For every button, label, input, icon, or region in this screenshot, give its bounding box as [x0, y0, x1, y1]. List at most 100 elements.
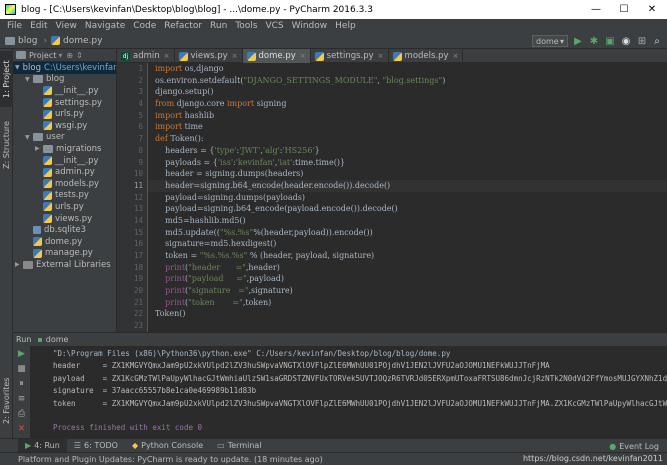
tab-python-console-label: Python Console	[141, 441, 204, 450]
menu-window[interactable]: Window	[288, 21, 332, 31]
menu-vcs[interactable]: VCS	[261, 21, 287, 31]
expand-arrow-icon[interactable]: ▼	[15, 64, 20, 71]
line-number: 23	[133, 321, 143, 331]
code-editor[interactable]: import os,django os.environ.setdefault("D…	[148, 63, 667, 332]
tree-item[interactable]: db.sqlite3	[13, 224, 116, 236]
chevron-down-icon[interactable]: ▾	[58, 51, 62, 60]
tree-item[interactable]: ▼ user	[13, 132, 116, 144]
navigation-bar: blog › dome.py dome ▾ ▶ ✱ ▣ ◉ ⊞ ⌕	[0, 33, 667, 49]
run-icon[interactable]: ▶	[572, 35, 584, 47]
tab-python-console[interactable]: ◆ Python Console	[125, 439, 210, 453]
python-file-icon	[246, 51, 256, 61]
close-button[interactable]: ✕	[638, 0, 666, 19]
close-tab-icon[interactable]: ×	[453, 52, 459, 60]
expand-arrow-icon[interactable]: ▼	[25, 134, 33, 141]
console-line: token = ZX1KMGVYQmxJam9pU2xkVUlpd2lZV3hu…	[53, 398, 667, 408]
tree-item[interactable]: dome.py	[13, 236, 116, 248]
tab-terminal[interactable]: ▭ Terminal	[210, 439, 268, 453]
code-line: import os,django	[155, 64, 224, 73]
tree-item[interactable]: urls.py	[13, 201, 116, 213]
tree-item[interactable]: settings.py	[13, 97, 116, 109]
status-message[interactable]: Platform and Plugin Updates: PyCharm is …	[18, 455, 323, 464]
tree-item-label: admin.py	[55, 167, 95, 178]
menu-view[interactable]: View	[52, 21, 81, 31]
stop-icon[interactable]: ■	[13, 361, 30, 376]
tree-item[interactable]: admin.py	[13, 166, 116, 178]
close-tab-icon[interactable]: ×	[300, 52, 306, 60]
line-number: 14	[133, 215, 143, 225]
editor-tab[interactable]: models.py ×	[389, 49, 464, 63]
minimize-button[interactable]: —	[582, 0, 610, 19]
menu-help[interactable]: Help	[331, 21, 360, 31]
expand-arrow-icon[interactable]: ▶	[35, 145, 43, 152]
editor-tab[interactable]: views.py ×	[175, 49, 243, 63]
python-run-icon: ▪	[37, 335, 43, 344]
run-config-select[interactable]: dome ▾	[532, 35, 568, 47]
tree-item[interactable]: manage.py	[13, 248, 116, 260]
tab-structure[interactable]: Z: Structure	[0, 115, 13, 175]
tree-item[interactable]: models.py	[13, 178, 116, 190]
menu-navigate[interactable]: Navigate	[81, 21, 129, 31]
soft-wrap-icon[interactable]: ≡	[13, 391, 30, 406]
search-everywhere-icon[interactable]: ◉	[620, 35, 632, 47]
vcs-icon[interactable]: ⊞	[636, 35, 648, 47]
tab-run[interactable]: ▶ 4: Run	[18, 438, 67, 453]
expand-arrow-icon[interactable]: ▶	[15, 261, 23, 268]
python-file-icon	[392, 51, 402, 61]
menu-tools[interactable]: Tools	[231, 21, 261, 31]
debug-icon[interactable]: ✱	[588, 35, 600, 47]
tab-project[interactable]: 1: Project	[0, 51, 13, 107]
rerun-icon[interactable]: ▶	[13, 346, 30, 361]
tree-item[interactable]: ▶ migrations	[13, 143, 116, 155]
line-number: 16	[133, 239, 143, 249]
event-log-button[interactable]: ● Event Log	[609, 439, 659, 453]
pause-icon[interactable]: ⏸	[13, 376, 30, 391]
maximize-button[interactable]: ☐	[610, 0, 638, 19]
python-console-icon: ◆	[131, 441, 139, 450]
tree-item[interactable]: ▶ External Libraries	[13, 259, 116, 271]
editor-tabs: dj admin × views.py × dome.py × settings.py × mod…	[117, 49, 667, 63]
code-line: os.environ.setdefault("DJANGO_SETTINGS_M…	[155, 75, 446, 85]
django-icon: dj	[121, 51, 130, 61]
tab-todo[interactable]: ☰ 6: TODO	[67, 439, 125, 453]
sync-icon[interactable]: ⊕	[66, 51, 73, 60]
collapse-all-icon[interactable]: ⇕	[76, 51, 83, 60]
close-tab-icon[interactable]: ×	[232, 52, 238, 60]
project-panel-title[interactable]: Project	[29, 51, 56, 60]
coverage-icon[interactable]: ▣	[604, 35, 616, 47]
line-number-gutter: 1 2 3 4 5 6 7 8 9 10 11 12 13 14 15 16 17 18 19 20 21 22 23	[117, 63, 148, 332]
menu-code[interactable]: Code	[129, 21, 160, 31]
tree-root[interactable]: ▼ blog C:\Users\kevinfan	[13, 62, 116, 74]
close-tab-icon[interactable]: ×	[164, 52, 170, 60]
python-file-icon	[43, 179, 52, 189]
menu-run[interactable]: Run	[206, 21, 231, 31]
menu-file[interactable]: File	[3, 21, 26, 31]
tree-item[interactable]: wsgi.py	[13, 120, 116, 132]
editor-tab[interactable]: settings.py ×	[311, 49, 389, 63]
tree-item[interactable]: tests.py	[13, 190, 116, 202]
tree-item[interactable]: urls.py	[13, 108, 116, 120]
menu-edit[interactable]: Edit	[26, 21, 51, 31]
expand-arrow-icon[interactable]: ▼	[25, 76, 33, 83]
close-run-icon[interactable]: ✕	[13, 421, 30, 436]
event-log-icon: ●	[609, 441, 617, 451]
python-file-icon	[43, 190, 52, 200]
tree-item[interactable]: views.py	[13, 213, 116, 225]
breadcrumb-blog[interactable]: blog	[5, 36, 37, 46]
editor-tab[interactable]: dj admin ×	[117, 49, 175, 63]
tree-item[interactable]: ▼ blog	[13, 74, 116, 86]
editor-tab[interactable]: dome.py ×	[242, 49, 311, 63]
search-icon[interactable]: ⌕	[651, 35, 663, 47]
menu-refactor[interactable]: Refactor	[160, 21, 206, 31]
tree-item[interactable]: __init__.py	[13, 85, 116, 97]
tree-item[interactable]: __init__.py	[13, 155, 116, 167]
close-tab-icon[interactable]: ×	[378, 52, 384, 60]
code-line: from django.core import signing	[155, 99, 287, 109]
watermark-url: https://blog.csdn.net/kevinfan2011	[522, 454, 663, 463]
tree-item-label: dome.py	[45, 236, 83, 247]
run-console[interactable]: "D:\Program Files (x86)\Python36\python.…	[31, 346, 667, 438]
breadcrumb-dome[interactable]: dome.py	[51, 36, 102, 46]
line-number: 18	[133, 262, 143, 272]
tab-favorites[interactable]: 2: Favorites	[0, 371, 13, 431]
print-icon[interactable]: ⎙	[13, 406, 30, 421]
